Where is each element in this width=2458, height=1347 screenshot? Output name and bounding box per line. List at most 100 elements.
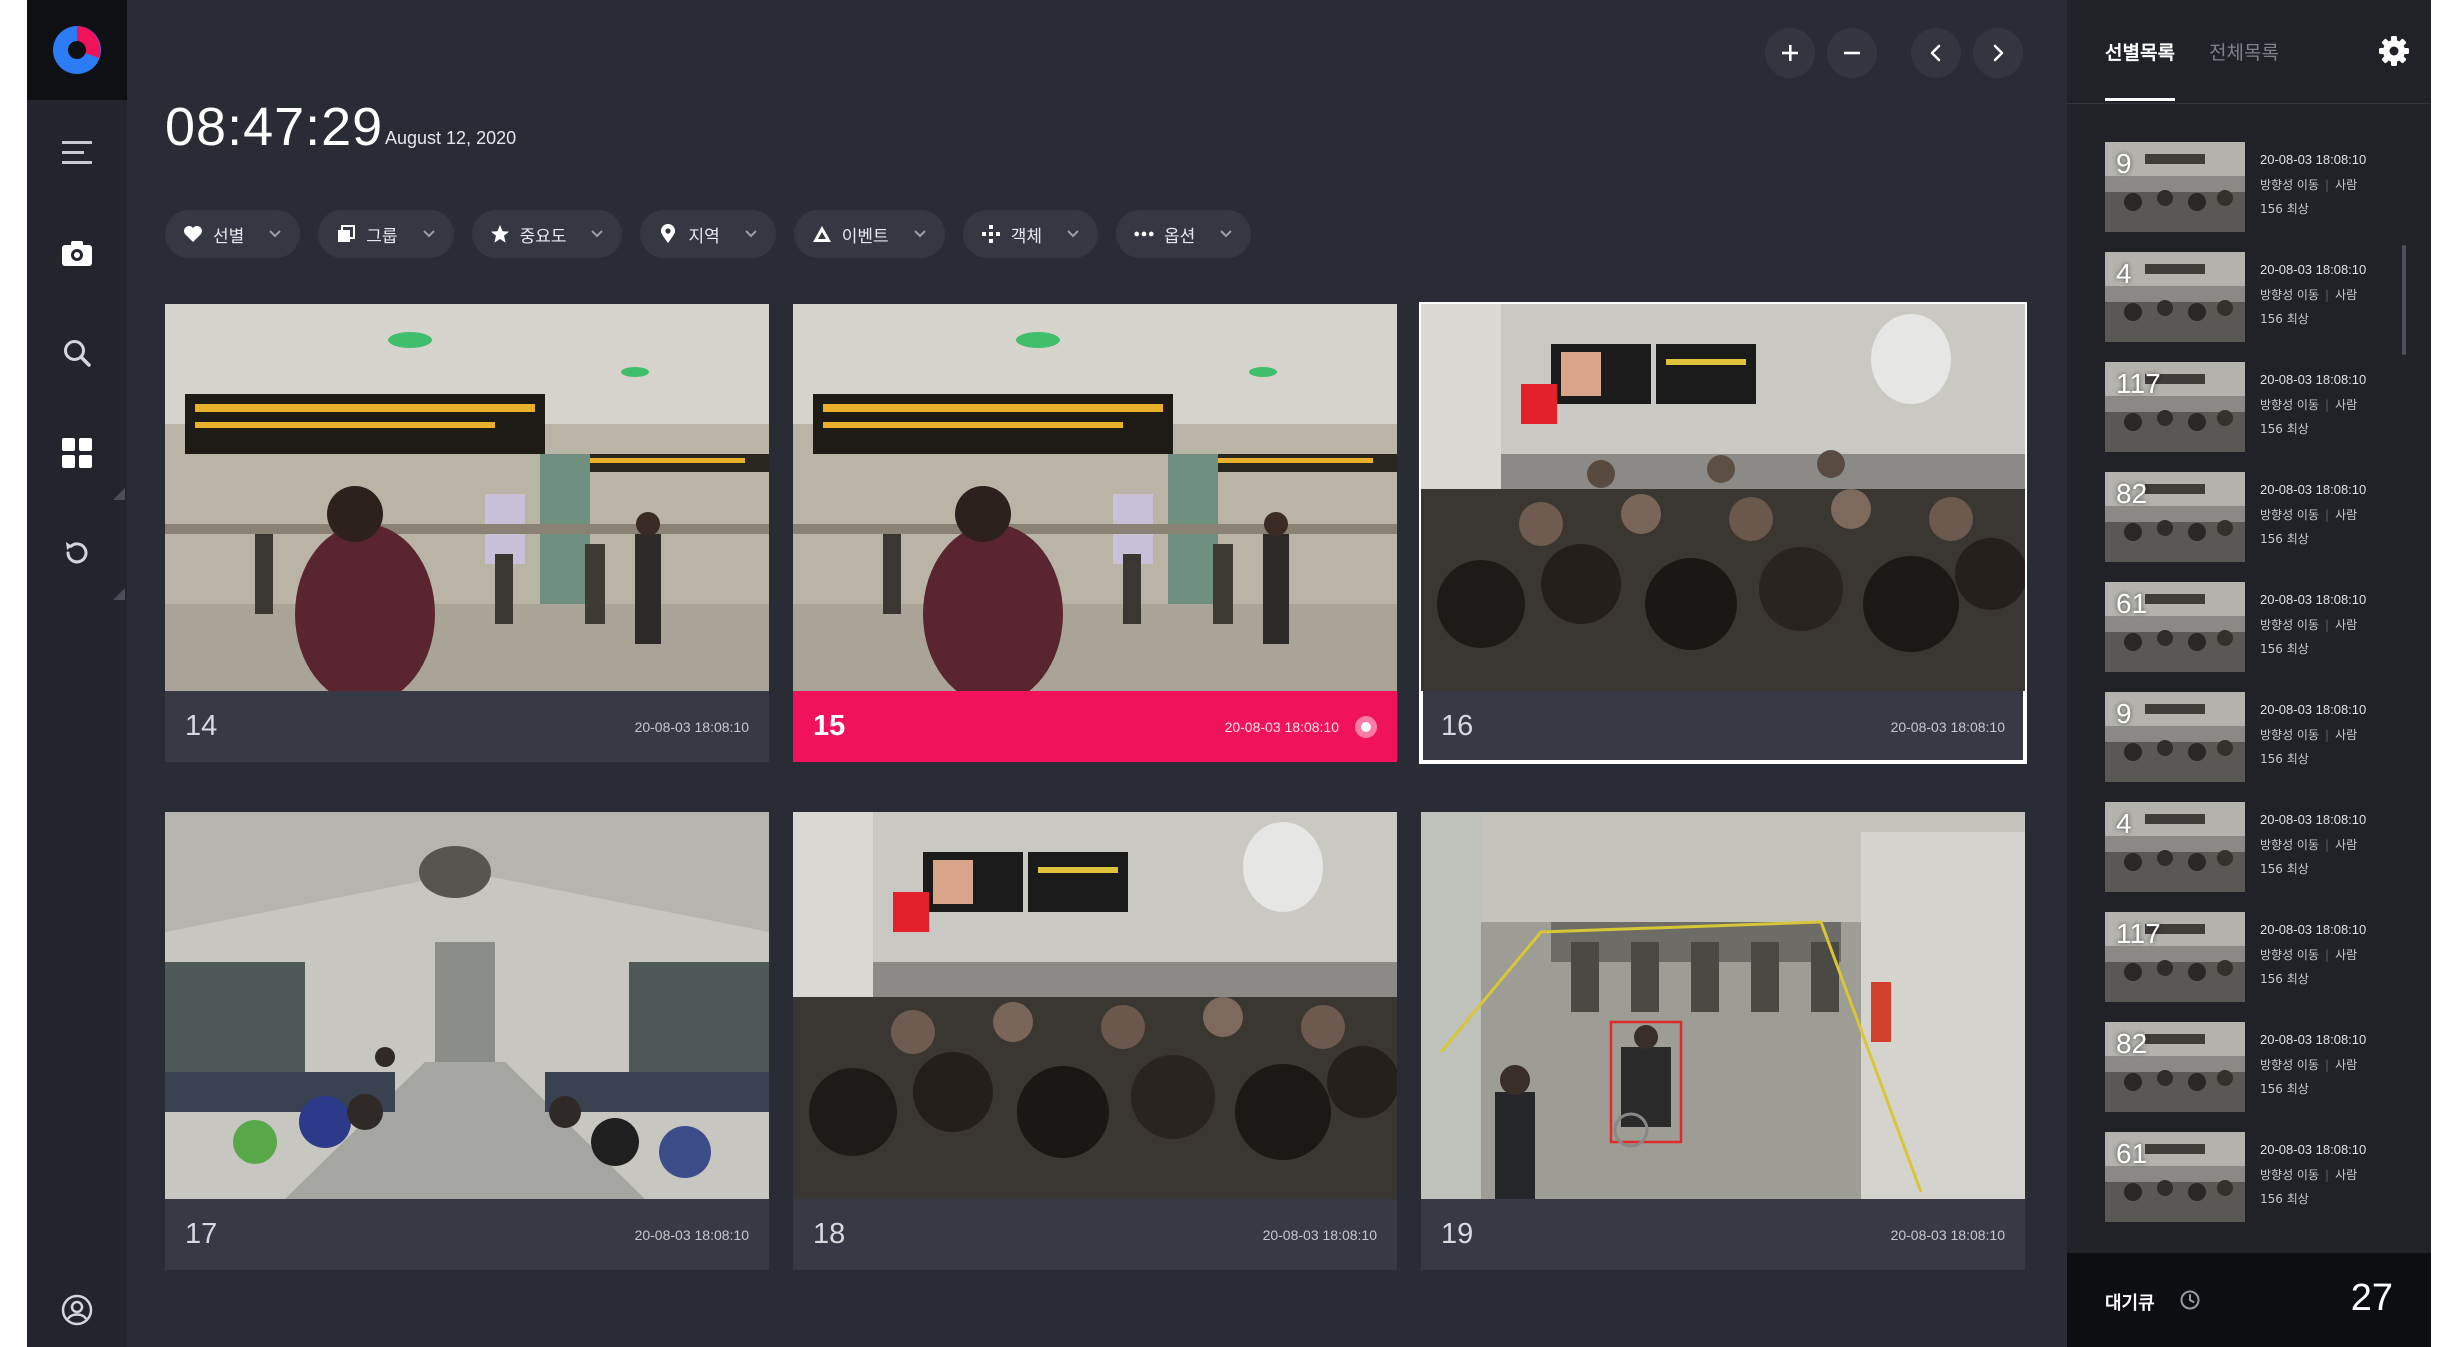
event-level: 156 최상 bbox=[2260, 1192, 2309, 1206]
menu-button[interactable] bbox=[52, 128, 102, 178]
refresh-icon bbox=[66, 542, 88, 564]
camera-tile[interactable]: 18 20-08-03 18:08:10 bbox=[793, 812, 1397, 1270]
chevron-down-icon bbox=[268, 226, 284, 242]
event-list-item[interactable]: 117 20-08-03 18:08:10 방향성 이동 | 사람 156 최상 bbox=[2105, 912, 2405, 1022]
tab-underline bbox=[2105, 98, 2175, 101]
camera-timestamp: 20-08-03 18:08:10 bbox=[1890, 1226, 2005, 1243]
gear-icon[interactable] bbox=[2377, 34, 2411, 68]
event-object-label: 사람 bbox=[2335, 948, 2358, 962]
chevron-down-icon bbox=[744, 226, 760, 242]
dots-icon bbox=[1134, 224, 1154, 244]
event-level: 156 최상 bbox=[2260, 1082, 2309, 1096]
separator: | bbox=[2325, 728, 2330, 742]
event-camera-number: 9 bbox=[2116, 148, 2132, 179]
camera-tile-selected[interactable]: 16 20-08-03 18:08:10 bbox=[1419, 302, 2027, 764]
menu-icon bbox=[62, 141, 92, 164]
separator: | bbox=[2325, 1168, 2330, 1182]
event-list-item[interactable]: 9 20-08-03 18:08:10 방향성 이동 | 사람 156 최상 bbox=[2105, 692, 2405, 802]
refresh-button[interactable] bbox=[52, 528, 102, 578]
event-camera-number: 4 bbox=[2116, 808, 2132, 839]
separator: | bbox=[2325, 618, 2330, 632]
object-icon bbox=[981, 224, 1001, 244]
camera-number: 16 bbox=[1441, 710, 1474, 742]
event-object-label: 사람 bbox=[2335, 618, 2358, 632]
tab-curated-list[interactable]: 선별목록 bbox=[2105, 38, 2175, 65]
chevron-down-icon bbox=[590, 226, 606, 242]
tab-full-list[interactable]: 전체목록 bbox=[2209, 38, 2279, 65]
filter-curated[interactable]: 선별 bbox=[165, 210, 301, 258]
camera-tile[interactable]: 17 20-08-03 18:08:10 bbox=[165, 812, 769, 1270]
camera-timestamp: 20-08-03 18:08:10 bbox=[634, 1226, 749, 1243]
camera-button[interactable] bbox=[52, 228, 102, 278]
next-page-button[interactable] bbox=[1973, 28, 2023, 78]
chevron-right-icon bbox=[1993, 44, 2004, 62]
history-icon[interactable] bbox=[2179, 1289, 2201, 1311]
separator: | bbox=[2325, 838, 2330, 852]
camera-timestamp: 20-08-03 18:08:10 bbox=[1890, 718, 2005, 735]
event-level: 156 최상 bbox=[2260, 642, 2309, 656]
event-list-item[interactable]: 4 20-08-03 18:08:10 방향성 이동 | 사람 156 최상 bbox=[2105, 802, 2405, 912]
event-list-scrollbar[interactable] bbox=[2402, 245, 2406, 355]
filter-event[interactable]: 이벤트 bbox=[793, 210, 945, 258]
event-object-label: 사람 bbox=[2335, 508, 2358, 522]
chevron-down-icon bbox=[422, 226, 438, 242]
queue-count: 27 bbox=[2350, 1277, 2393, 1319]
camera-tile[interactable]: 19 20-08-03 18:08:10 bbox=[1421, 812, 2025, 1270]
filter-options[interactable]: 옵션 bbox=[1115, 210, 1252, 258]
event-type: 방향성 이동 | 사람 bbox=[2260, 506, 2357, 523]
event-time: 20-08-03 18:08:10 bbox=[2260, 482, 2367, 497]
filter-object[interactable]: 객체 bbox=[962, 210, 1098, 258]
filter-group[interactable]: 그룹 bbox=[318, 210, 454, 258]
event-list-item[interactable]: 4 20-08-03 18:08:10 방향성 이동 | 사람 156 최상 bbox=[2105, 252, 2405, 362]
event-time: 20-08-03 18:08:10 bbox=[2260, 152, 2367, 167]
queue-bar: 대기큐 27 bbox=[2067, 1253, 2431, 1347]
event-camera-number: 9 bbox=[2116, 698, 2132, 729]
event-list-item[interactable]: 117 20-08-03 18:08:10 방향성 이동 | 사람 156 최상 bbox=[2105, 362, 2405, 472]
camera-feed bbox=[1421, 304, 2025, 691]
minus-icon bbox=[1844, 51, 1860, 55]
camera-number: 15 bbox=[813, 710, 846, 742]
event-list-item[interactable]: 9 20-08-03 18:08:10 방향성 이동 | 사람 156 최상 bbox=[2105, 142, 2405, 252]
event-type-label: 방향성 이동 bbox=[2260, 838, 2320, 852]
filter-label: 이벤트 bbox=[841, 226, 889, 247]
prev-page-button[interactable] bbox=[1911, 28, 1961, 78]
star-icon bbox=[490, 224, 510, 244]
pin-icon bbox=[658, 224, 678, 244]
search-button[interactable] bbox=[52, 328, 102, 378]
zoom-in-button[interactable] bbox=[1765, 28, 1815, 78]
event-camera-number: 117 bbox=[2116, 368, 2161, 399]
camera-timestamp: 20-08-03 18:08:10 bbox=[1224, 718, 1339, 735]
camera-icon bbox=[62, 241, 92, 266]
refresh-submenu-indicator bbox=[113, 588, 125, 600]
camera-tile-alert[interactable]: 15 20-08-03 18:08:10 bbox=[793, 304, 1397, 762]
event-type: 방향성 이동 | 사람 bbox=[2260, 286, 2357, 303]
event-list: 9 20-08-03 18:08:10 방향성 이동 | 사람 156 최상 4 20-08-… bbox=[2105, 142, 2405, 1242]
separator: | bbox=[2325, 508, 2330, 522]
event-list-item[interactable]: 82 20-08-03 18:08:10 방향성 이동 | 사람 156 최상 bbox=[2105, 472, 2405, 582]
search-icon bbox=[64, 340, 91, 367]
event-list-item[interactable]: 61 20-08-03 18:08:10 방향성 이동 | 사람 156 최상 bbox=[2105, 582, 2405, 692]
event-time: 20-08-03 18:08:10 bbox=[2260, 922, 2367, 937]
filter-importance[interactable]: 중요도 bbox=[471, 210, 623, 258]
filter-region[interactable]: 지역 bbox=[640, 210, 776, 258]
event-list-item[interactable]: 61 20-08-03 18:08:10 방향성 이동 | 사람 156 최상 bbox=[2105, 1132, 2405, 1242]
camera-info-bar: 15 20-08-03 18:08:10 bbox=[793, 691, 1397, 762]
camera-info-bar: 18 20-08-03 18:08:10 bbox=[793, 1199, 1397, 1270]
user-icon bbox=[61, 1294, 93, 1326]
clock-date: August 12, 2020 bbox=[385, 128, 517, 148]
event-time: 20-08-03 18:08:10 bbox=[2260, 372, 2367, 387]
event-list-item[interactable]: 82 20-08-03 18:08:10 방향성 이동 | 사람 156 최상 bbox=[2105, 1022, 2405, 1132]
event-type: 방향성 이동 | 사람 bbox=[2260, 396, 2357, 413]
grid-view-button[interactable] bbox=[52, 428, 102, 478]
camera-number: 17 bbox=[185, 1218, 218, 1250]
event-type-label: 방향성 이동 bbox=[2260, 288, 2320, 302]
event-time: 20-08-03 18:08:10 bbox=[2260, 812, 2367, 827]
camera-info-bar: 19 20-08-03 18:08:10 bbox=[1421, 1199, 2025, 1270]
camera-tile[interactable]: 14 20-08-03 18:08:10 bbox=[165, 304, 769, 762]
event-type: 방향성 이동 | 사람 bbox=[2260, 1166, 2357, 1183]
logo[interactable] bbox=[27, 0, 127, 100]
zoom-out-button[interactable] bbox=[1827, 28, 1877, 78]
event-camera-number: 82 bbox=[2116, 478, 2148, 509]
profile-button[interactable] bbox=[52, 1285, 102, 1335]
warning-icon bbox=[812, 224, 832, 244]
